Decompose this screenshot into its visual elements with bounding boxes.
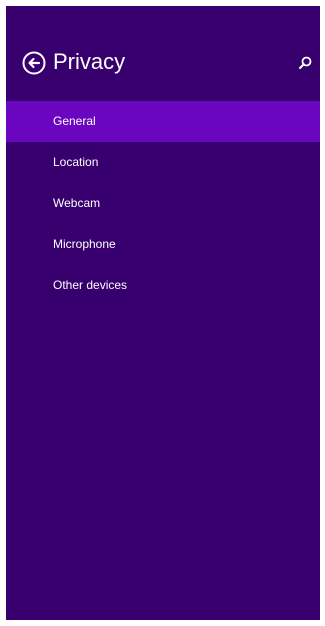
nav-item-general[interactable]: General <box>6 101 320 142</box>
settings-pane: Privacy General Location Webcam Micropho… <box>6 6 320 620</box>
nav-item-label: Webcam <box>53 196 101 210</box>
nav-item-label: Microphone <box>53 237 116 251</box>
search-icon <box>299 56 312 69</box>
page-title: Privacy <box>53 49 126 74</box>
nav-item-webcam[interactable]: Webcam <box>6 183 320 224</box>
header: Privacy <box>6 6 320 106</box>
nav-list: General Location Webcam Microphone Other… <box>6 101 320 306</box>
nav-item-other-devices[interactable]: Other devices <box>6 265 320 306</box>
nav-item-label: Other devices <box>53 278 128 292</box>
nav-item-location[interactable]: Location <box>6 142 320 183</box>
nav-item-label: General <box>53 114 96 128</box>
back-arrow-circle-icon <box>22 51 46 75</box>
nav-item-label: Location <box>53 155 99 169</box>
search-button[interactable] <box>297 55 313 71</box>
back-button[interactable] <box>22 51 46 75</box>
nav-item-microphone[interactable]: Microphone <box>6 224 320 265</box>
